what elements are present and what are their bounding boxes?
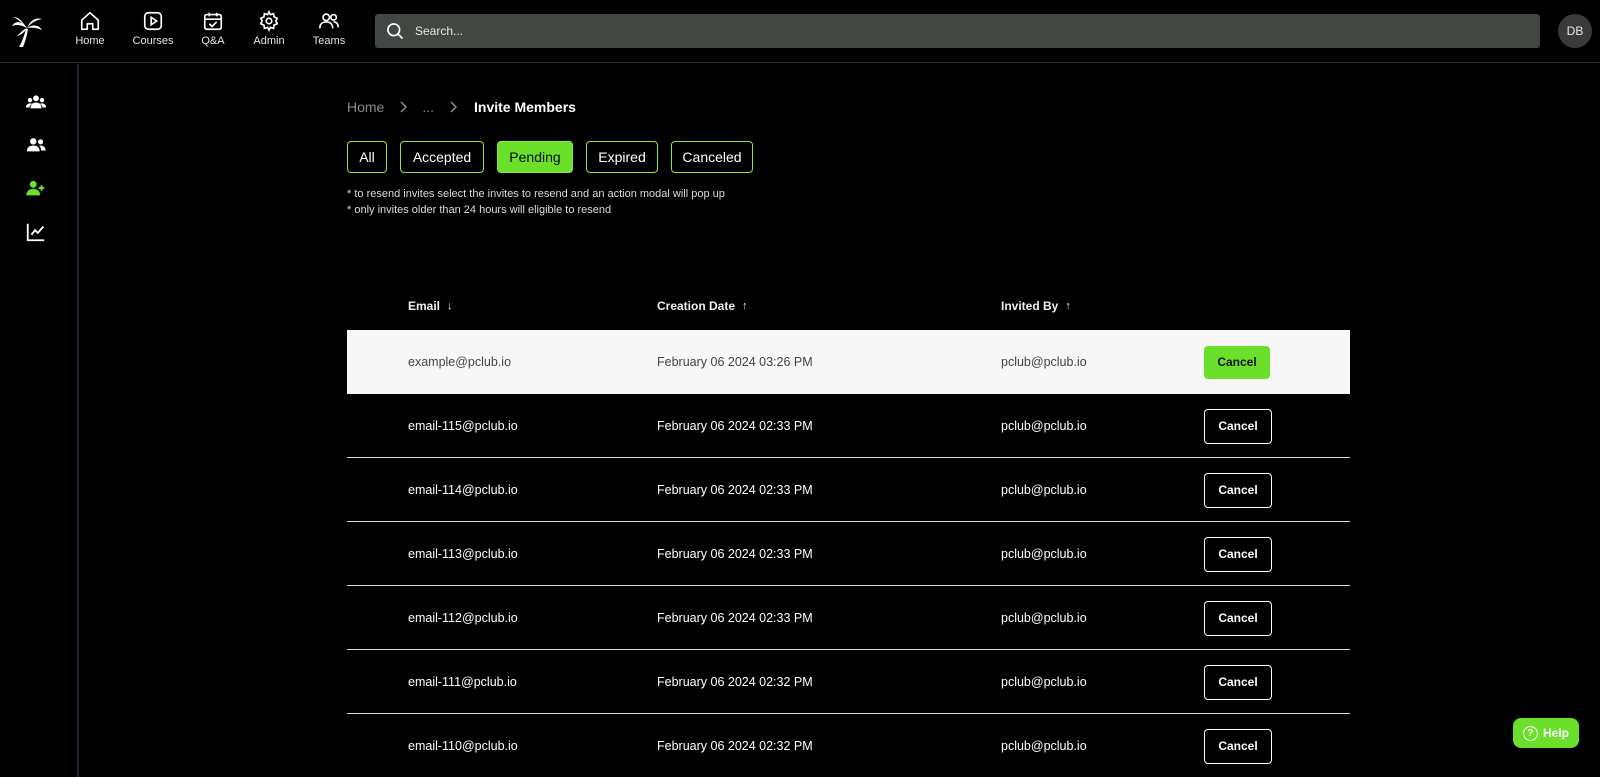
table-header: Email ↓ Creation Date ↑ Invited By ↑ [347, 290, 1350, 330]
row-action: Cancel [1204, 330, 1270, 394]
chevron-right-icon [400, 101, 408, 113]
help-button[interactable]: ? Help [1513, 718, 1579, 748]
column-header-email[interactable]: Email ↓ [408, 299, 453, 313]
row-invited-by: pclub@pclub.io [1001, 419, 1087, 433]
breadcrumb-home[interactable]: Home [347, 99, 384, 115]
row-date: February 06 2024 03:26 PM [657, 355, 813, 369]
cancel-button[interactable]: Cancel [1204, 472, 1272, 508]
gear-icon [259, 10, 279, 32]
table-row[interactable]: email-110@pclub.io February 06 2024 02:3… [347, 714, 1350, 777]
row-date: February 06 2024 02:33 PM [657, 547, 813, 561]
note-line: * only invites older than 24 hours will … [347, 204, 612, 216]
row-action: Cancel [1204, 586, 1272, 650]
nav-qa[interactable]: Q&A [183, 10, 243, 47]
group-icon[interactable] [25, 91, 47, 113]
cancel-button[interactable]: Cancel [1204, 600, 1272, 636]
search-input[interactable]: Search... [375, 14, 1540, 48]
filter-tabs: All Accepted Pending Expired Canceled [347, 141, 766, 173]
nav-qa-label: Q&A [201, 35, 225, 47]
add-user-icon[interactable] [25, 177, 47, 199]
nav-teams[interactable]: Teams [299, 10, 359, 47]
row-date: February 06 2024 02:33 PM [657, 419, 813, 433]
top-bar: Home Courses Q&A Admin Teams Search... D… [0, 0, 1600, 63]
avatar[interactable]: DB [1558, 14, 1592, 48]
cancel-button[interactable]: Cancel [1204, 664, 1272, 700]
table-row[interactable]: email-115@pclub.io February 06 2024 02:3… [347, 394, 1350, 458]
users-icon[interactable] [25, 134, 47, 156]
resend-notes: * to resend invites select the invites t… [347, 186, 725, 218]
column-header-creation-date[interactable]: Creation Date ↑ [657, 299, 748, 313]
cancel-button[interactable]: Cancel [1204, 728, 1272, 764]
sidebar [0, 64, 79, 777]
row-action: Cancel [1204, 714, 1272, 777]
row-invited-by: pclub@pclub.io [1001, 547, 1087, 561]
search-placeholder: Search... [415, 24, 464, 38]
row-date: February 06 2024 02:33 PM [657, 483, 813, 497]
row-email: email-111@pclub.io [408, 675, 517, 689]
play-square-icon [143, 11, 163, 31]
row-date: February 06 2024 02:32 PM [657, 675, 813, 689]
row-email: email-112@pclub.io [408, 611, 518, 625]
column-label: Creation Date [657, 299, 736, 313]
row-invited-by: pclub@pclub.io [1001, 483, 1087, 497]
row-email: example@pclub.io [408, 355, 512, 369]
cancel-button[interactable]: Cancel [1204, 345, 1270, 379]
row-email: email-110@pclub.io [408, 739, 518, 753]
breadcrumb-ellipsis[interactable]: ... [422, 99, 434, 115]
nav-home[interactable]: Home [60, 10, 120, 47]
sort-up-icon: ↑ [1065, 300, 1071, 312]
chart-line-icon[interactable] [25, 221, 47, 243]
page-title: Invite Members [474, 99, 576, 115]
nav-teams-label: Teams [312, 35, 346, 47]
palm-tree-icon[interactable] [11, 14, 43, 48]
cancel-button[interactable]: Cancel [1204, 536, 1272, 572]
home-icon [80, 11, 100, 31]
note-line: * to resend invites select the invites t… [347, 188, 725, 200]
nav-home-label: Home [75, 35, 105, 47]
column-header-invited-by[interactable]: Invited By ↑ [1001, 299, 1071, 313]
table-row[interactable]: example@pclub.io February 06 2024 03:26 … [347, 330, 1350, 394]
sort-up-icon: ↑ [742, 300, 748, 312]
tab-accepted[interactable]: Accepted [400, 141, 484, 173]
row-action: Cancel [1204, 522, 1272, 586]
row-action: Cancel [1204, 650, 1272, 714]
table-row[interactable]: email-112@pclub.io February 06 2024 02:3… [347, 586, 1350, 650]
help-label: Help [1542, 726, 1569, 740]
row-email: email-115@pclub.io [408, 419, 518, 433]
users-icon [319, 13, 339, 29]
row-email: email-113@pclub.io [408, 547, 518, 561]
row-date: February 06 2024 02:33 PM [657, 611, 813, 625]
tab-expired[interactable]: Expired [586, 141, 658, 173]
row-invited-by: pclub@pclub.io [1001, 611, 1087, 625]
table-row[interactable]: email-111@pclub.io February 06 2024 02:3… [347, 650, 1350, 714]
tab-canceled[interactable]: Canceled [671, 141, 753, 173]
row-action: Cancel [1204, 394, 1272, 458]
invites-table: Email ↓ Creation Date ↑ Invited By ↑ exa… [347, 290, 1350, 777]
column-label: Email [408, 299, 441, 313]
row-date: February 06 2024 02:32 PM [657, 739, 813, 753]
chevron-right-icon [450, 101, 458, 113]
tab-pending[interactable]: Pending [497, 141, 573, 173]
question-circle-icon: ? [1522, 725, 1538, 741]
row-invited-by: pclub@pclub.io [1001, 675, 1087, 689]
table-row[interactable]: email-113@pclub.io February 06 2024 02:3… [347, 522, 1350, 586]
calendar-check-icon [203, 12, 223, 31]
search-icon [387, 23, 404, 40]
column-label: Invited By [1001, 299, 1059, 313]
nav-courses[interactable]: Courses [123, 10, 183, 47]
nav-admin-label: Admin [253, 35, 285, 47]
cancel-button[interactable]: Cancel [1204, 408, 1272, 444]
tab-all[interactable]: All [347, 141, 387, 173]
row-email: email-114@pclub.io [408, 483, 518, 497]
row-action: Cancel [1204, 458, 1272, 522]
nav-courses-label: Courses [132, 35, 174, 47]
row-invited-by: pclub@pclub.io [1001, 739, 1087, 753]
sort-down-icon: ↓ [447, 300, 453, 312]
nav-admin[interactable]: Admin [239, 10, 299, 47]
breadcrumb: Home ... Invite Members [347, 99, 576, 115]
row-invited-by: pclub@pclub.io [1001, 355, 1087, 369]
table-row[interactable]: email-114@pclub.io February 06 2024 02:3… [347, 458, 1350, 522]
